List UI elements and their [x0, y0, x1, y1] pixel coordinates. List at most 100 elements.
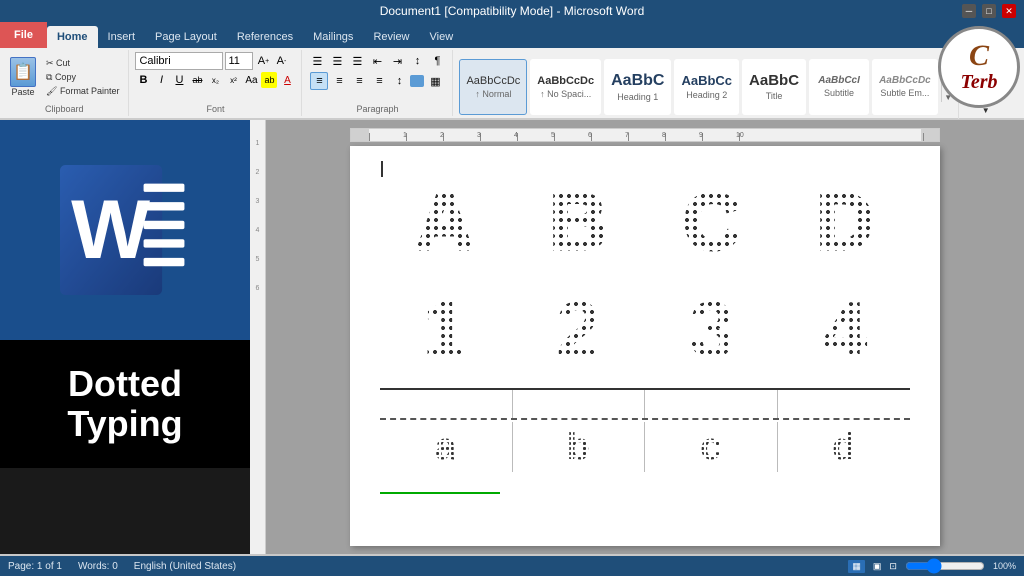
- dotted-letter-a: a: [435, 426, 456, 469]
- highlight-button[interactable]: ab: [261, 72, 277, 88]
- ruler-label-1: 1: [403, 132, 407, 139]
- multilevel-button[interactable]: ☰: [348, 52, 366, 70]
- font-group: A+ A- B I U ab x₂ x² Aa ab A Font: [129, 50, 302, 116]
- vertical-ruler: 1 2 3 4 5 6: [250, 120, 266, 554]
- full-screen-button[interactable]: ▣: [873, 561, 882, 572]
- show-marks-button[interactable]: ¶: [428, 52, 446, 70]
- tab-file[interactable]: File: [0, 22, 47, 48]
- justify-button[interactable]: ≡: [370, 72, 388, 90]
- font-format-row: B I U ab x₂ x² Aa ab A: [135, 72, 295, 88]
- align-left-button[interactable]: ≡: [310, 72, 328, 90]
- underline-button[interactable]: U: [171, 72, 187, 88]
- tab-review[interactable]: Review: [363, 26, 419, 48]
- number-cell-2: 2: [514, 280, 644, 380]
- ruler-label-2: 2: [440, 132, 444, 139]
- document-page[interactable]: A B C D 1: [350, 146, 940, 546]
- print-layout-button[interactable]: ▦: [848, 560, 865, 573]
- shading-button[interactable]: [410, 75, 424, 87]
- dotted-letter-C: C: [683, 176, 741, 268]
- tab-insert[interactable]: Insert: [98, 26, 146, 48]
- style-subtle-em[interactable]: AaBbCcDc Subtle Em...: [872, 59, 938, 115]
- font-grow-button[interactable]: A+: [255, 53, 271, 69]
- statusbar: Page: 1 of 1 Words: 0 English (United St…: [0, 556, 1024, 576]
- writing-cell-2: [513, 390, 646, 418]
- tab-view[interactable]: View: [420, 26, 464, 48]
- superscript-button[interactable]: x²: [225, 72, 241, 88]
- font-size-input[interactable]: [225, 52, 253, 70]
- zoom-slider[interactable]: [905, 561, 985, 571]
- letter-cell-a: a: [380, 422, 513, 472]
- style-no-spacing[interactable]: AaBbCcDc ↑ No Spaci...: [530, 59, 601, 115]
- tab-references[interactable]: References: [227, 26, 303, 48]
- document-container[interactable]: 1 2 3 4 5 6 7 8 9 10: [266, 120, 1024, 554]
- number-cell-3: 3: [647, 280, 777, 380]
- indent-inc-button[interactable]: ⇥: [388, 52, 406, 70]
- writing-cell-3: [645, 390, 778, 418]
- minimize-button[interactable]: ─: [962, 4, 976, 18]
- italic-button[interactable]: I: [153, 72, 169, 88]
- dotted-typing-banner: Dotted Typing: [0, 340, 250, 468]
- ruler-label-4: 4: [514, 132, 518, 139]
- font-name-row: A+ A-: [135, 52, 289, 70]
- ruler-tick-0: [369, 133, 370, 141]
- style-title[interactable]: AaBbC Title: [742, 59, 806, 115]
- dotted-number-4: 4: [823, 284, 868, 376]
- clipboard-small-buttons: ✂ Cut ⧉ Copy 🖌 Format Painter: [43, 57, 122, 98]
- clear-formatting-button[interactable]: Aa: [243, 72, 259, 88]
- style-h1-label: Heading 1: [617, 92, 658, 102]
- align-right-button[interactable]: ≡: [350, 72, 368, 90]
- dotted-number-2: 2: [556, 284, 601, 376]
- dotted-letter-c-lower: c: [700, 426, 721, 469]
- banner-line2: Typing: [67, 404, 182, 444]
- copy-button[interactable]: ⧉ Copy: [43, 71, 122, 84]
- ruler-tick-end: [923, 133, 924, 141]
- font-shrink-button[interactable]: A-: [273, 53, 289, 69]
- format-painter-button[interactable]: 🖌 Format Painter: [43, 85, 122, 98]
- maximize-button[interactable]: □: [982, 4, 996, 18]
- tab-page-layout[interactable]: Page Layout: [145, 26, 227, 48]
- numbering-button[interactable]: ☰: [328, 52, 346, 70]
- strikethrough-button[interactable]: ab: [189, 72, 205, 88]
- numbers-grid: 1 2 3 4: [380, 280, 910, 380]
- ruler-label-8: 8: [662, 132, 666, 139]
- word-logo: W: [60, 155, 190, 305]
- paste-button[interactable]: 📋 Paste: [6, 55, 40, 99]
- dotted-letter-B: B: [549, 176, 607, 268]
- style-heading1[interactable]: AaBbC Heading 1: [604, 59, 671, 115]
- style-heading2[interactable]: AaBbCc Heading 2: [674, 59, 739, 115]
- cut-button[interactable]: ✂ Cut: [43, 57, 122, 70]
- titlebar: Document1 [Compatibility Mode] - Microso…: [0, 0, 1024, 22]
- style-subtle-em-preview: AaBbCcDc: [879, 75, 931, 86]
- font-label: Font: [206, 104, 224, 114]
- horizontal-ruler: 1 2 3 4 5 6 7 8 9 10: [350, 128, 940, 142]
- banner-line1: Dotted: [68, 364, 182, 404]
- borders-button[interactable]: ▦: [426, 72, 444, 90]
- ruler-label-7: 7: [625, 132, 629, 139]
- tab-home[interactable]: Home: [47, 26, 98, 48]
- close-button[interactable]: ✕: [1002, 4, 1016, 18]
- line-spacing-button[interactable]: ↕: [390, 72, 408, 90]
- clipboard-group: 📋 Paste ✂ Cut ⧉ Copy 🖌 Format Painter Cl…: [0, 50, 129, 116]
- subscript-button[interactable]: x₂: [207, 72, 223, 88]
- tab-mailings[interactable]: Mailings: [303, 26, 363, 48]
- font-color-button[interactable]: A: [279, 72, 295, 88]
- bullets-button[interactable]: ☰: [308, 52, 326, 70]
- web-layout-button[interactable]: ⊡: [889, 561, 897, 572]
- font-name-input[interactable]: [135, 52, 223, 70]
- style-normal[interactable]: AaBbCcDc ↑ Normal: [459, 59, 527, 115]
- ribbon: 📋 Paste ✂ Cut ⧉ Copy 🖌 Format Painter Cl…: [0, 48, 1024, 120]
- paste-icon: 📋: [10, 57, 36, 87]
- sort-button[interactable]: ↕: [408, 52, 426, 70]
- tabs-row: File Home Insert Page Layout References …: [0, 22, 1024, 48]
- letter-cell-c: c: [645, 422, 778, 472]
- center-button[interactable]: ≡: [330, 72, 348, 90]
- word-logo-svg: W: [60, 150, 190, 310]
- style-h2-preview: AaBbCc: [681, 73, 732, 88]
- status-words: Words: 0: [78, 561, 118, 572]
- indent-dec-button[interactable]: ⇤: [368, 52, 386, 70]
- left-sidebar: W Dotted Typing: [0, 120, 250, 554]
- bold-button[interactable]: B: [135, 72, 151, 88]
- paragraph-row1: ☰ ☰ ☰ ⇤ ⇥ ↕ ¶: [308, 52, 446, 70]
- word-logo-area: W: [0, 120, 250, 340]
- style-subtitle[interactable]: AaBbCcI Subtitle: [809, 59, 869, 115]
